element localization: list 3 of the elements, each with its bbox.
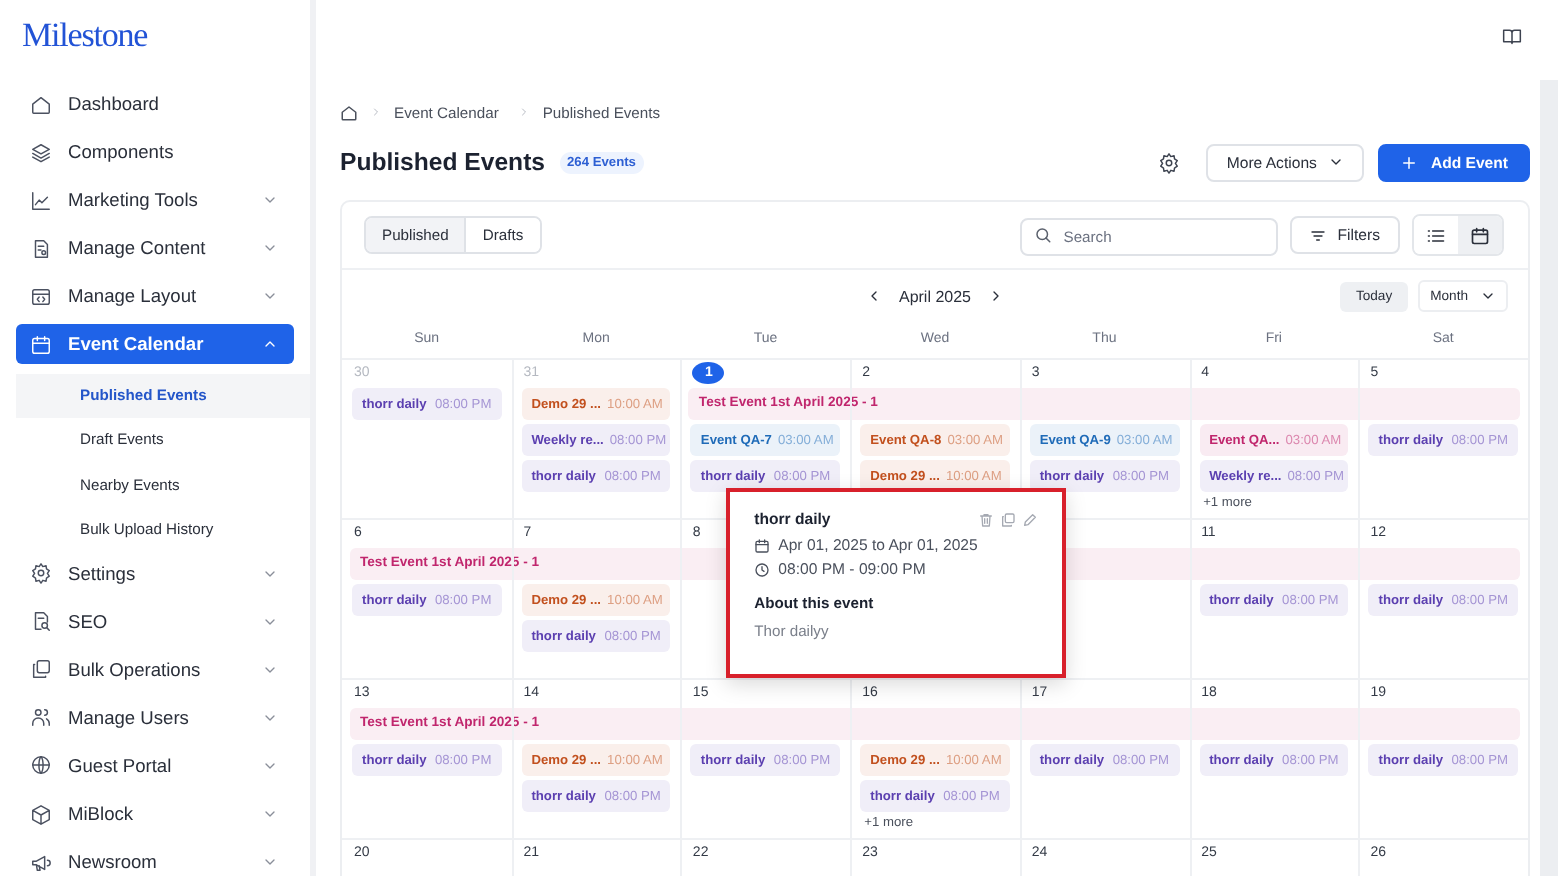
logo: Milestone — [20, 16, 150, 58]
month-label: April 2025 — [898, 287, 972, 305]
page-title: Published Events — [340, 148, 546, 176]
